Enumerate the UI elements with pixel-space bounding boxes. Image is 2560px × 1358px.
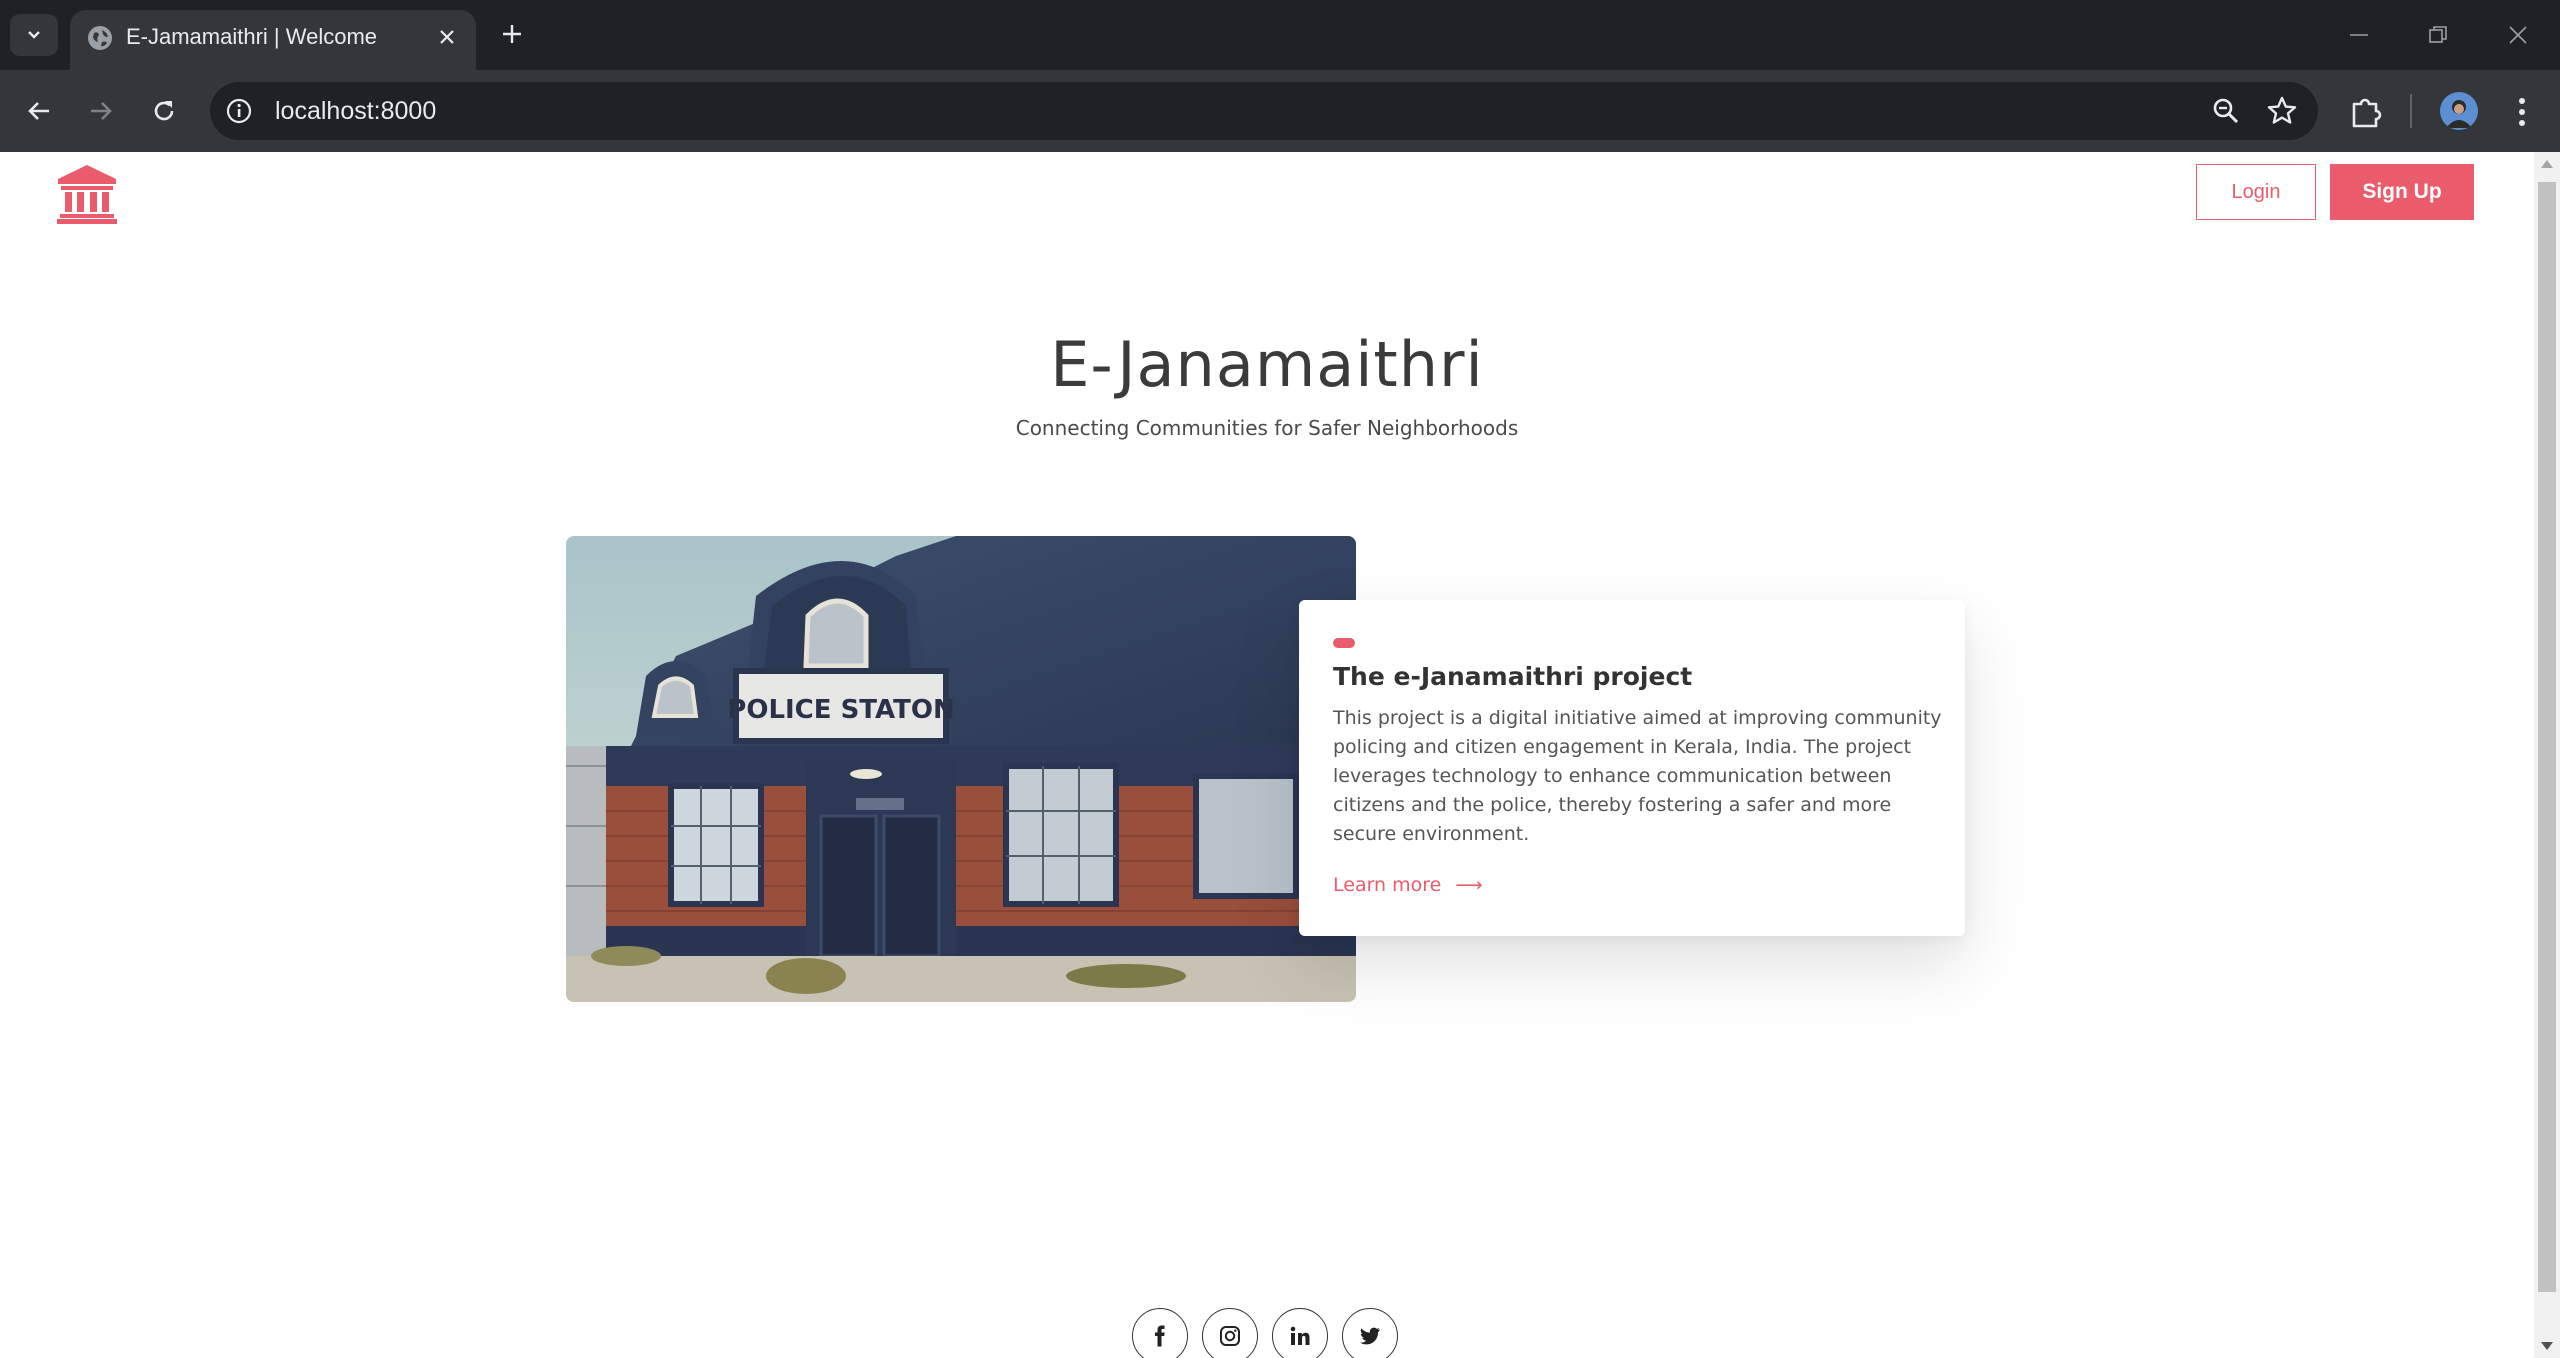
chevron-down-icon: [28, 31, 40, 39]
page-subtitle: Connecting Communities for Safer Neighbo…: [1015, 416, 1519, 440]
bookmark-star-icon[interactable]: [2266, 95, 2298, 127]
page-scrollbar[interactable]: [2534, 152, 2560, 1358]
arrow-right-icon: ⟶: [1455, 874, 1483, 896]
instagram-link[interactable]: [1202, 1308, 1258, 1358]
bank-building-icon[interactable]: [56, 164, 118, 224]
restore-window-button[interactable]: [2414, 14, 2462, 56]
signup-button[interactable]: Sign Up: [2330, 164, 2474, 220]
card-description: This project is a digital initiative aim…: [1333, 707, 1942, 845]
page-viewport: Login Sign Up E-Janamaithri Connecting C…: [0, 152, 2560, 1358]
card-title: The e-Janamaithri project: [1333, 662, 1693, 691]
facebook-icon: [1155, 1325, 1165, 1347]
project-card: The e-Janamaithri project This project i…: [1299, 600, 1965, 936]
extensions-puzzle-icon[interactable]: [2346, 92, 2386, 132]
reload-button[interactable]: [143, 90, 185, 132]
globe-icon: [88, 26, 112, 50]
accent-pill: [1333, 638, 1355, 648]
toolbar-separator: [2410, 94, 2412, 128]
learn-more-link[interactable]: Learn more ⟶: [1333, 874, 1483, 896]
facebook-link[interactable]: [1132, 1308, 1188, 1358]
reload-icon: [154, 101, 174, 121]
browser-tab[interactable]: E-Jamamaithri | Welcome: [70, 10, 476, 70]
restore-icon: [2429, 26, 2447, 43]
arrow-left-icon: [28, 102, 49, 120]
plus-icon: [503, 25, 521, 43]
zoom-icon[interactable]: [2210, 95, 2242, 127]
new-tab-button[interactable]: [494, 16, 530, 52]
forward-button[interactable]: [80, 90, 122, 132]
police-station-image: POLICE STATON: [566, 536, 1356, 1002]
browser-tab-bar: E-Jamamaithri | Welcome: [0, 0, 2560, 70]
browser-toolbar: localhost:8000: [0, 70, 2560, 152]
police-sign-text: POLICE STATON: [727, 695, 954, 725]
url-text[interactable]: localhost:8000: [275, 82, 436, 140]
linkedin-icon: [1290, 1326, 1310, 1345]
browser-menu-button[interactable]: [2505, 92, 2539, 132]
close-window-button[interactable]: [2494, 14, 2542, 56]
close-icon: [440, 30, 454, 44]
close-tab-button[interactable]: [432, 22, 462, 52]
twitter-link[interactable]: [1342, 1308, 1398, 1358]
minimize-window-button[interactable]: [2335, 14, 2383, 56]
twitter-icon: [1360, 1327, 1380, 1345]
address-bar[interactable]: localhost:8000: [210, 82, 2318, 140]
arrow-right-icon: [91, 102, 112, 120]
tab-search-button[interactable]: [10, 14, 58, 56]
page-title: E-Janamaithri: [1050, 328, 1484, 401]
scrollbar-thumb[interactable]: [2538, 182, 2556, 1292]
site-info-icon[interactable]: [224, 96, 254, 126]
profile-avatar[interactable]: [2440, 92, 2478, 130]
minimize-icon: [2350, 34, 2368, 36]
scroll-down-arrow[interactable]: [2541, 1342, 2553, 1350]
avatar-icon: [2440, 92, 2478, 130]
linkedin-link[interactable]: [1272, 1308, 1328, 1358]
close-icon: [2509, 26, 2527, 44]
scroll-up-arrow[interactable]: [2541, 160, 2553, 168]
instagram-icon: [1220, 1326, 1240, 1346]
learn-more-label: Learn more: [1333, 874, 1442, 896]
back-button[interactable]: [18, 90, 60, 132]
login-button[interactable]: Login: [2196, 164, 2316, 220]
tab-title: E-Jamamaithri | Welcome: [126, 24, 378, 49]
